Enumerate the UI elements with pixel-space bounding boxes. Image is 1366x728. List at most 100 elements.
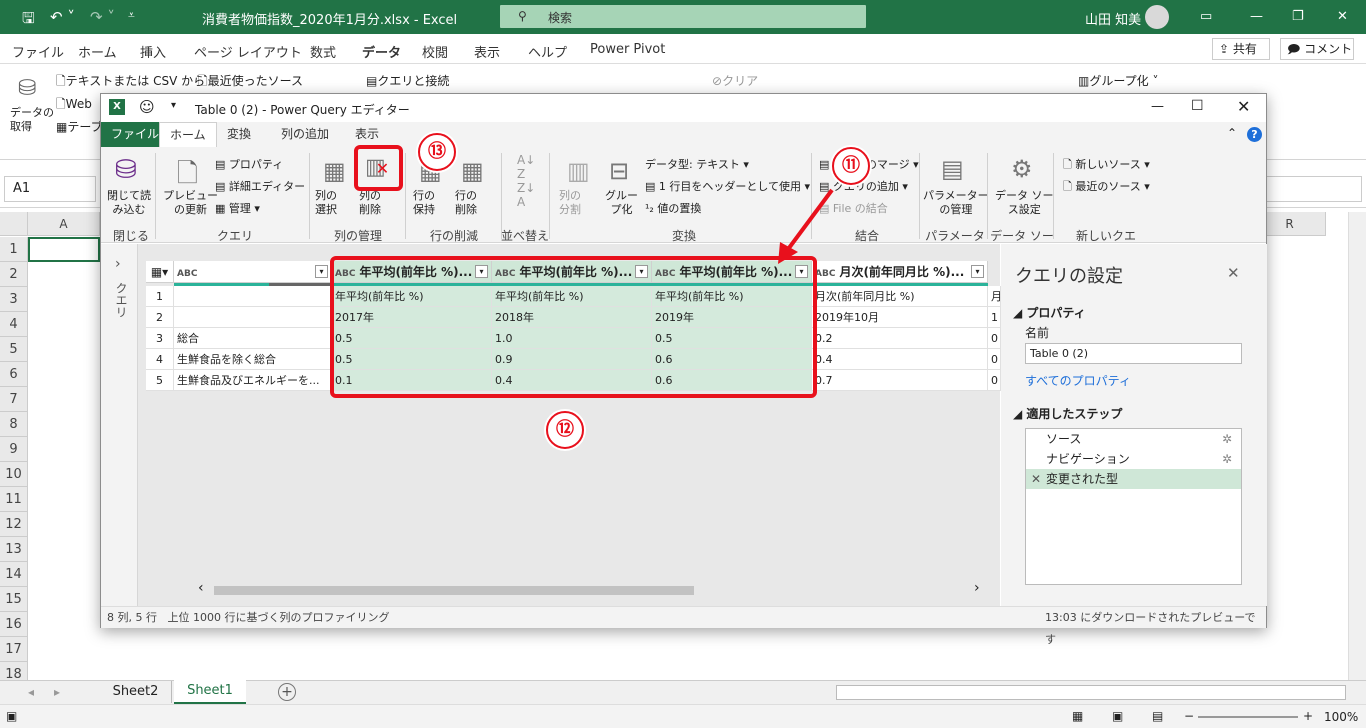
row-header[interactable]: 2 <box>0 262 28 287</box>
row-header[interactable]: 3 <box>0 287 28 312</box>
zoom-in-icon[interactable]: + <box>1303 709 1313 723</box>
table-cell[interactable]: 月 <box>988 286 1001 307</box>
redo-icon[interactable]: ↷ ˅ <box>90 8 115 26</box>
name-box[interactable]: A1 <box>4 176 96 202</box>
properties-button[interactable]: ▤ プロパティ <box>215 156 283 172</box>
scroll-thumb[interactable] <box>214 586 694 595</box>
row-header[interactable]: 16 <box>0 612 28 637</box>
remove-columns-button[interactable]: 列の 削除 <box>359 189 381 217</box>
row-header[interactable]: 1 <box>0 237 28 262</box>
tab-page-layout[interactable]: ページ レイアウト <box>194 42 302 61</box>
row-header[interactable]: 4 <box>0 312 28 337</box>
data-source-settings-button[interactable]: データ ソー ス設定 <box>995 189 1054 217</box>
refresh-preview-button[interactable]: プレビュー の更新 <box>163 189 218 217</box>
pq-tab-transform[interactable]: 変換 <box>217 122 261 147</box>
table-cell[interactable]: 2019年10月 <box>812 307 988 328</box>
scroll-right-icon[interactable]: › <box>974 580 980 596</box>
pq-tab-view[interactable]: 表示 <box>345 122 389 147</box>
close-settings-icon[interactable]: ✕ <box>1227 264 1240 282</box>
group-button[interactable]: ▥グループ化 ˅ <box>1078 72 1158 89</box>
tab-help[interactable]: ヘルプ <box>528 42 567 61</box>
close-icon[interactable]: ✕ <box>1337 9 1348 24</box>
tab-view[interactable]: 表示 <box>474 42 500 61</box>
row-header[interactable]: 17 <box>0 637 28 662</box>
row-header[interactable]: 9 <box>0 437 28 462</box>
pq-maximize-icon[interactable]: ☐ <box>1191 98 1204 114</box>
query-name-input[interactable]: Table 0 (2) <box>1025 343 1242 364</box>
group-by-button[interactable]: グルー プ化 <box>605 189 638 217</box>
table-cell[interactable]: 生鮮食品及びエネルギーを... <box>174 370 332 391</box>
smiley-feedback-icon[interactable]: ☺ <box>139 98 155 116</box>
row-header[interactable]: 15 <box>0 587 28 612</box>
zoom-slider[interactable] <box>1198 716 1298 718</box>
sort-ascending-icon[interactable]: A↓ Z <box>517 153 535 181</box>
ribbon-display-icon[interactable]: ▭ <box>1200 9 1212 24</box>
expand-queries-icon[interactable]: › <box>115 256 121 272</box>
sheet-tab-sheet2[interactable]: Sheet2 <box>100 681 172 703</box>
all-properties-link[interactable]: すべてのプロパティ <box>1025 372 1131 389</box>
queries-connections-button[interactable]: ▤クエリと接続 <box>366 72 449 89</box>
delete-step-icon[interactable]: ✕ <box>1031 469 1041 489</box>
row-number[interactable]: 1 <box>146 286 174 307</box>
next-sheet-icon[interactable]: ▸ <box>54 685 60 699</box>
qat-dropdown-icon[interactable]: ▾ <box>171 100 176 111</box>
get-data-button[interactable]: データの 取得 <box>10 106 54 134</box>
applied-steps-header[interactable]: ◢ 適用したステップ <box>1013 405 1122 422</box>
column-filter-dropdown-icon[interactable]: ▾ <box>971 265 984 278</box>
save-icon[interactable]: 🖫 <box>22 8 35 33</box>
formula-input[interactable] <box>1266 176 1362 202</box>
table-cell[interactable]: 0 <box>988 328 1001 349</box>
text-type-icon[interactable]: ABC <box>815 269 835 279</box>
table-cell[interactable]: 0.2 <box>812 328 988 349</box>
table-cell[interactable]: 0 <box>988 370 1001 391</box>
zoom-level[interactable]: 100% <box>1324 710 1358 724</box>
sort-descending-icon[interactable]: Z↓ A <box>517 181 535 209</box>
customize-qat-icon[interactable]: ⩡ <box>128 8 135 23</box>
macro-record-icon[interactable]: ▣ <box>6 709 17 723</box>
gear-icon[interactable]: ✲ <box>1222 449 1232 469</box>
table-cell[interactable] <box>174 286 332 307</box>
zoom-out-icon[interactable]: − <box>1184 709 1194 723</box>
collapse-ribbon-icon[interactable]: ⌃ <box>1227 126 1237 140</box>
table-cell[interactable]: 0.4 <box>812 349 988 370</box>
row-number[interactable]: 4 <box>146 349 174 370</box>
row-header[interactable]: 12 <box>0 512 28 537</box>
vertical-scrollbar[interactable] <box>1348 212 1366 680</box>
column-header-a[interactable]: A <box>28 212 100 236</box>
step-changed-type[interactable]: ✕ 変更された型 <box>1026 469 1241 489</box>
choose-columns-button[interactable]: 列の 選択 <box>315 189 337 217</box>
table-cell[interactable]: 1 <box>988 307 1001 328</box>
tab-review[interactable]: 校閲 <box>422 42 448 61</box>
tab-insert[interactable]: 挿入 <box>140 42 166 61</box>
page-break-view-icon[interactable]: ▤ <box>1152 709 1163 723</box>
tab-formulas[interactable]: 数式 <box>310 42 336 61</box>
pq-minimize-icon[interactable]: — <box>1151 99 1164 114</box>
prev-sheet-icon[interactable]: ◂ <box>28 685 34 699</box>
clear-button[interactable]: ⊘クリア <box>712 72 758 89</box>
text-type-icon[interactable]: ABC <box>177 269 197 279</box>
properties-section-header[interactable]: ◢ プロパティ <box>1013 304 1086 321</box>
row-number[interactable]: 5 <box>146 370 174 391</box>
recent-sources-button[interactable]: 🗋最近使ったソース <box>198 72 303 93</box>
preview-horizontal-scrollbar[interactable]: ‹ › <box>196 580 1000 598</box>
replace-values-button[interactable]: ¹₂ 値の置換 <box>645 200 701 216</box>
from-table-button[interactable]: ▦テーブ <box>56 118 103 135</box>
advanced-editor-button[interactable]: ▤ 詳細エディター <box>215 178 305 194</box>
from-web-button[interactable]: 🗋Web <box>56 95 92 116</box>
select-all-corner[interactable] <box>0 212 28 236</box>
sheet-tab-sheet1[interactable]: Sheet1 <box>174 680 246 704</box>
manage-parameters-button[interactable]: パラメーター の管理 <box>923 189 989 217</box>
row-header[interactable]: 7 <box>0 387 28 412</box>
row-number[interactable]: 2 <box>146 307 174 328</box>
remove-rows-button[interactable]: 行の 削除 <box>455 189 477 217</box>
pq-close-icon[interactable]: ✕ <box>1237 97 1250 116</box>
comment-button[interactable]: 🗩 コメント <box>1280 38 1354 60</box>
table-cell[interactable]: 0.7 <box>812 370 988 391</box>
add-sheet-button[interactable]: + <box>278 683 296 701</box>
share-button[interactable]: ⇪ 共有 <box>1212 38 1270 60</box>
row-header[interactable]: 11 <box>0 487 28 512</box>
row-header[interactable]: 5 <box>0 337 28 362</box>
pq-tab-add-column[interactable]: 列の追加 <box>271 122 339 147</box>
from-text-csv-button[interactable]: 🗋テキストまたは CSV から <box>56 72 205 93</box>
scroll-left-icon[interactable]: ‹ <box>198 580 204 596</box>
